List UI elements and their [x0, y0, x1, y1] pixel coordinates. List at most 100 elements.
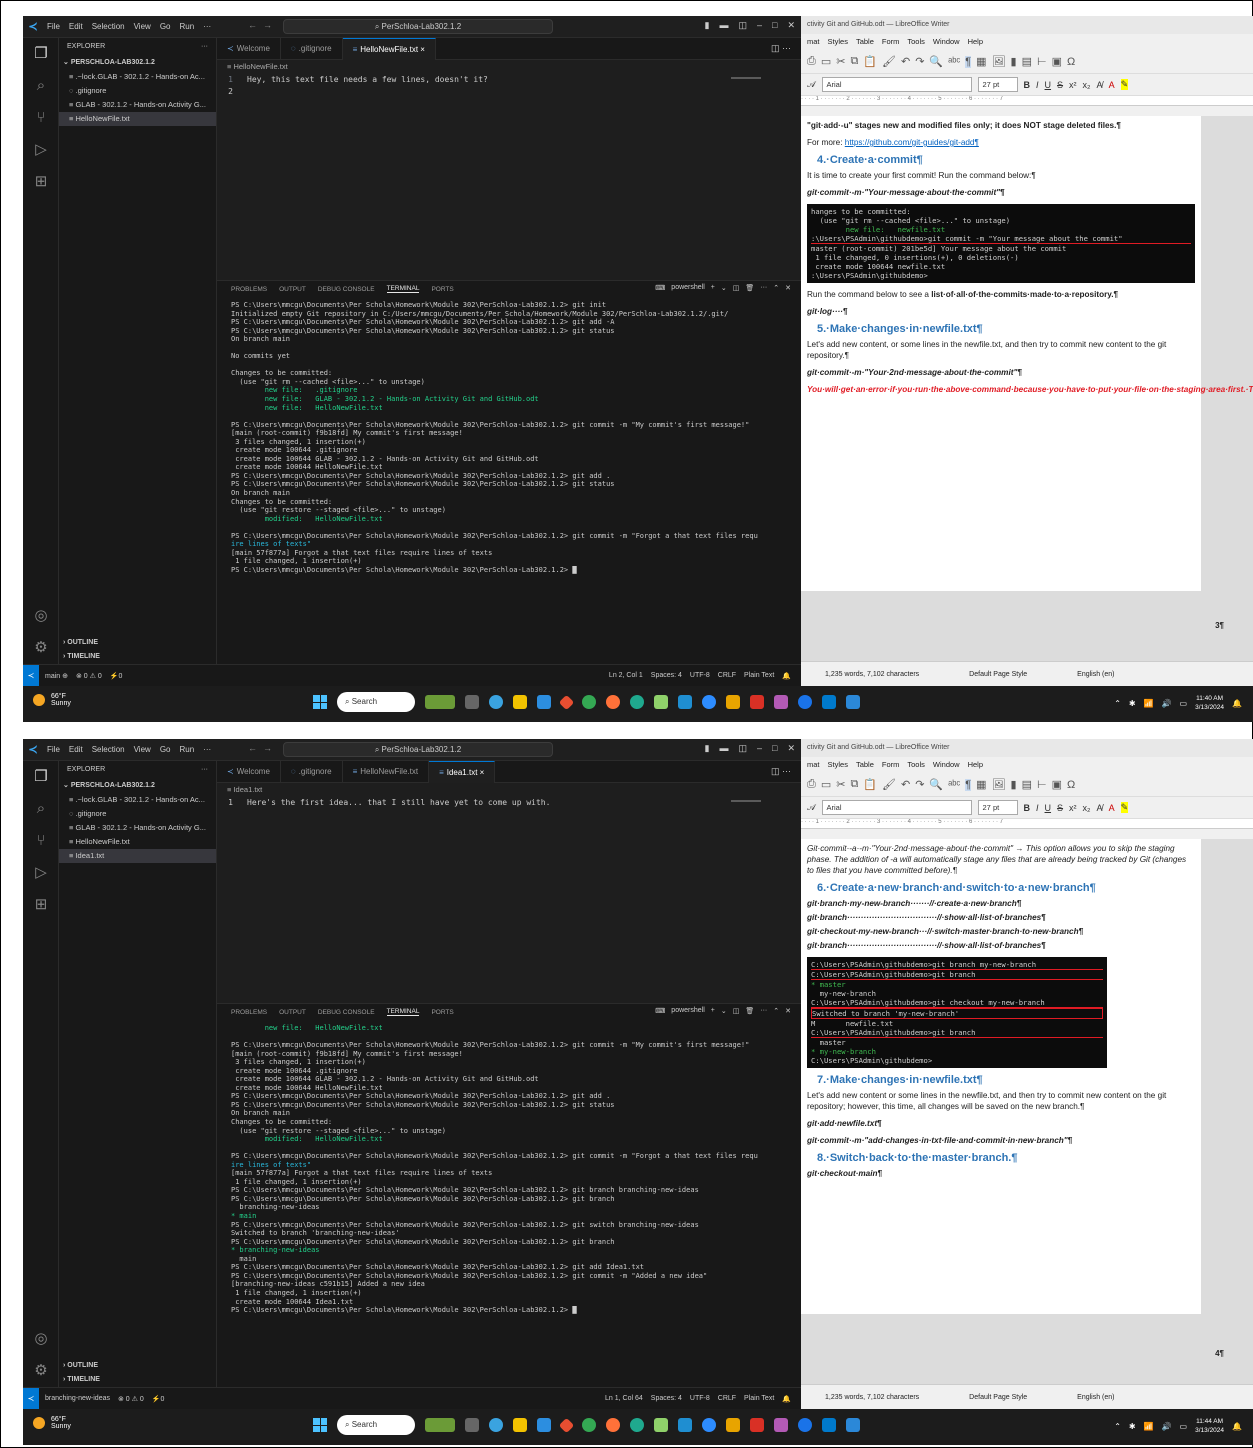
document-page[interactable]: "git·add·-u" stages new and modified fil… [801, 116, 1253, 591]
bell-icon[interactable]: 🔔 [782, 1395, 791, 1403]
writer-menu-item[interactable]: Form [882, 757, 900, 773]
pagebreak-icon[interactable]: ⊢ [1037, 778, 1047, 791]
status-item[interactable]: Ln 1, Col 64 [605, 1395, 643, 1403]
panel-toggle-icon[interactable]: ▬ [719, 20, 728, 31]
ruler[interactable]: · · · · 1 · · · · · · · 2 · · · · · · · … [801, 96, 1253, 106]
chevron-up-icon[interactable]: ⌃ [1114, 1422, 1121, 1431]
status-item[interactable]: Ln 2, Col 1 [609, 672, 643, 680]
battery-icon[interactable]: ▭ [1180, 699, 1188, 708]
store-icon[interactable] [537, 1418, 551, 1432]
store-icon[interactable] [537, 695, 551, 709]
minimize-button[interactable]: – [757, 20, 762, 31]
status-item[interactable]: Spaces: 4 [651, 672, 682, 680]
spellcheck-icon[interactable]: ᵃᵇᶜ [948, 779, 960, 791]
menu-item[interactable]: ··· [203, 745, 211, 754]
status-item[interactable]: Plain Text [744, 1395, 774, 1403]
menu-item[interactable]: Go [160, 22, 171, 31]
table-icon[interactable]: ▦ [976, 778, 986, 791]
subscript-icon[interactable]: x₂ [1083, 803, 1091, 813]
game-icon[interactable] [774, 695, 788, 709]
vscode-icon[interactable] [822, 1418, 836, 1432]
run-debug-icon[interactable]: ▷ [23, 857, 59, 889]
underline-icon[interactable]: U [1045, 80, 1052, 90]
speaker-icon[interactable]: 🔊 [1162, 1422, 1172, 1431]
panel-tab[interactable]: PORTS [431, 1009, 453, 1016]
chevron-down-icon[interactable]: ⌄ [721, 284, 727, 292]
highlight-icon[interactable]: ✎ [1120, 79, 1129, 90]
copy-icon[interactable]: ⧉ [850, 55, 858, 68]
taskbar-search[interactable]: ⌕ Search [337, 692, 415, 712]
explorer-icon[interactable]: ❐ [23, 761, 59, 793]
notepad-icon[interactable] [654, 1418, 668, 1432]
bell-icon[interactable]: 🔔 [1232, 1422, 1242, 1431]
source-control-icon[interactable]: ⑂ [23, 102, 59, 134]
git-icon[interactable] [558, 1417, 575, 1433]
pagebreak-icon[interactable]: ⊢ [1037, 55, 1047, 68]
print-icon[interactable]: ⎙ [807, 778, 816, 791]
split-icon[interactable]: ◫ [738, 743, 747, 754]
root-folder[interactable]: ⌄ PERSCHLOA-LAB302.1.2 [59, 56, 216, 70]
tray-app-icon[interactable]: ✱ [1129, 1422, 1136, 1431]
wifi-icon[interactable]: 📶 [1144, 1422, 1154, 1431]
close-button[interactable]: ✕ [787, 20, 795, 31]
file-explorer-icon[interactable] [513, 1418, 527, 1432]
remote-icon[interactable]: ≺ [23, 664, 39, 687]
file-item[interactable]: ≡ HelloNewFile.txt [59, 112, 216, 126]
file-item[interactable]: ≡ HelloNewFile.txt [59, 835, 216, 849]
spellcheck-icon[interactable]: ᵃᵇᶜ [948, 56, 960, 68]
layout-icon[interactable]: ▮ [705, 743, 710, 754]
minimap[interactable] [731, 77, 761, 79]
font-color-icon[interactable]: A [1109, 80, 1115, 90]
writer-icon[interactable] [846, 695, 860, 709]
game-icon[interactable] [774, 1418, 788, 1432]
writer-menu-item[interactable]: Form [882, 34, 900, 50]
teams-icon[interactable] [678, 695, 692, 709]
terminal-output[interactable]: new file: HelloNewFile.txt PS C:\Users\mm… [217, 1020, 801, 1315]
writer-menu-item[interactable]: mat [807, 757, 820, 773]
trash-icon[interactable]: 🗑 [745, 1007, 754, 1015]
editor-tab[interactable]: ≺ Welcome [217, 38, 281, 60]
firefox-icon[interactable] [606, 1418, 620, 1432]
file-item[interactable]: ◌ .gitignore [59, 84, 216, 98]
close-icon[interactable]: ✕ [785, 284, 791, 292]
status-item[interactable]: ⊗ 0 ⚠ 0 [118, 1395, 144, 1403]
writer-status-item[interactable]: Default Page Style [969, 1394, 1027, 1401]
editor-tab[interactable]: ≺ Welcome [217, 761, 281, 783]
file-item[interactable]: ≡ .~lock.GLAB - 302.1.2 - Hands-on Ac... [59, 70, 216, 84]
extensions-icon[interactable]: ⊞ [23, 889, 59, 921]
writer-menu-item[interactable]: Styles [828, 757, 848, 773]
firefox-icon[interactable] [606, 695, 620, 709]
superscript-icon[interactable]: x² [1069, 803, 1077, 813]
editor-tab[interactable]: ≡ Idea1.txt × [429, 761, 496, 783]
menu-item[interactable]: Run [179, 745, 194, 754]
copilot-icon[interactable] [489, 1418, 503, 1432]
file-item[interactable]: ≡ GLAB - 302.1.2 - Hands-on Activity G..… [59, 98, 216, 112]
font-size-field[interactable]: 27 pt [977, 77, 1018, 92]
clear-format-icon[interactable]: A̸ [1097, 803, 1103, 813]
status-item[interactable]: Spaces: 4 [651, 1395, 682, 1403]
writer-status-item[interactable]: Default Page Style [969, 671, 1027, 678]
page-icon[interactable]: ▭ [821, 55, 831, 68]
writer-menu-item[interactable]: Styles [828, 34, 848, 50]
formatting-marks-icon[interactable]: ¶ [965, 55, 972, 68]
menu-item[interactable]: View [134, 22, 151, 31]
trash-icon[interactable]: 🗑 [745, 284, 754, 292]
menu-item[interactable]: Edit [69, 22, 83, 31]
writer-menu-item[interactable]: Tools [907, 34, 925, 50]
status-item[interactable]: ⊗ 0 ⚠ 0 [76, 672, 102, 680]
writer-status-item[interactable]: 1,235 words, 7,102 characters [825, 671, 919, 678]
breadcrumb[interactable]: ≡ Idea1.txt [217, 783, 801, 797]
menu-item[interactable]: File [47, 22, 60, 31]
writer-status-item[interactable]: English (en) [1077, 671, 1114, 678]
menu-item[interactable]: View [134, 745, 151, 754]
font-color-icon[interactable]: A [1109, 803, 1115, 813]
vscode-icon[interactable]: ≺ [23, 20, 43, 33]
writer-menu-item[interactable]: Help [968, 34, 983, 50]
git-icon[interactable] [558, 694, 575, 710]
location-icon[interactable] [798, 695, 812, 709]
wifi-icon[interactable]: 📶 [1144, 699, 1154, 708]
task-view-icon[interactable] [465, 695, 479, 709]
special-char-icon[interactable]: Ω [1067, 779, 1075, 791]
writer-menu-item[interactable]: Table [856, 757, 874, 773]
explorer-icon[interactable]: ❐ [23, 38, 59, 70]
